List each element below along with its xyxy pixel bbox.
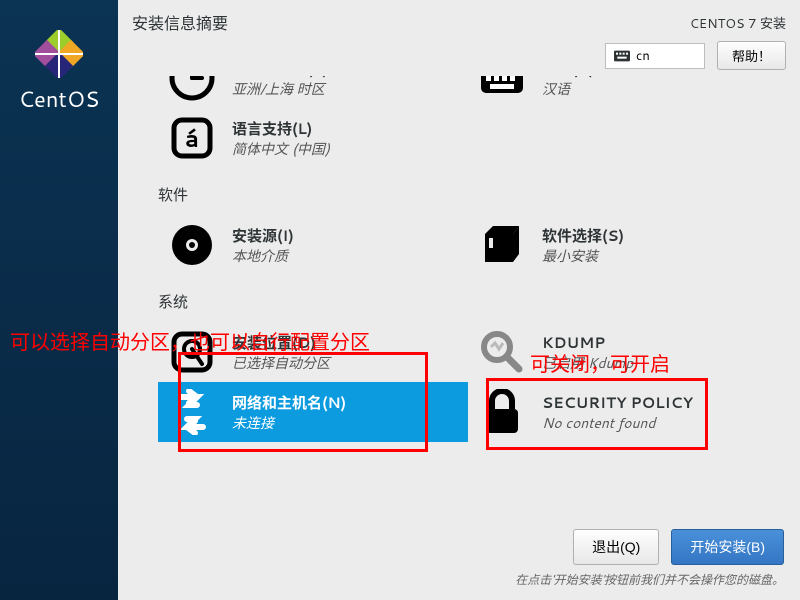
item-title: 软件选择(S)	[542, 225, 624, 246]
item-sub: 已选择自动分区	[232, 353, 330, 373]
item-title: 安装源(I)	[232, 225, 294, 246]
lock-icon	[482, 389, 522, 435]
category-system: 系统	[158, 291, 790, 312]
spoke-network[interactable]: 网络和主机名(N) 未连接	[158, 382, 468, 442]
package-icon	[481, 224, 523, 266]
item-sub: 本地介质	[232, 246, 294, 266]
spoke-keyboard[interactable]: 键盘(K) 汉语	[468, 76, 778, 108]
category-software: 软件	[158, 184, 790, 205]
spoke-install-source[interactable]: 安装源(I) 本地介质	[158, 215, 468, 275]
brand-text: CentOS	[18, 84, 99, 115]
item-title: SECURITY POLICY	[542, 392, 693, 413]
item-title: 网络和主机名(N)	[232, 392, 346, 413]
item-sub: 汉语	[542, 79, 594, 99]
spoke-software-selection[interactable]: 软件选择(S) 最小安装	[468, 215, 778, 275]
page-title: 安装信息摘要	[132, 10, 228, 35]
spoke-language[interactable]: á 语言支持(L) 简体中文 (中国)	[158, 108, 468, 168]
help-button[interactable]: 帮助！	[717, 41, 786, 70]
spoke-security[interactable]: SECURITY POLICY No content found	[468, 382, 778, 442]
item-title: 安装位置(D)	[232, 332, 330, 353]
language-icon: á	[169, 115, 215, 161]
item-title: KDUMP	[542, 332, 633, 353]
svg-text:á: á	[185, 121, 199, 155]
harddrive-icon	[169, 329, 215, 375]
installer-name: CENTOS 7 安装	[690, 13, 786, 33]
keyboard-icon	[479, 76, 525, 95]
layout-code: cn	[636, 47, 650, 65]
item-sub: 最小安装	[542, 246, 624, 266]
topbar: 安装信息摘要 CENTOS 7 安装	[118, 0, 800, 41]
item-sub: 亚洲/上海 时区	[232, 79, 328, 99]
quit-button[interactable]: 退出(Q)	[573, 529, 659, 565]
begin-install-button[interactable]: 开始安装(B)	[671, 529, 784, 565]
footer-hint: 在点击'开始安装'按钮前我们并不会操作您的磁盘。	[515, 571, 784, 588]
spoke-datetime[interactable]: 日期和时间(T) 亚洲/上海 时区	[158, 76, 468, 108]
footer: 退出(Q) 开始安装(B) 在点击'开始安装'按钮前我们并不会操作您的磁盘。	[118, 519, 800, 600]
item-sub: 已启用 Kdump	[542, 353, 633, 373]
magnifier-icon	[479, 329, 525, 375]
item-sub: No content found	[542, 413, 693, 433]
disc-icon	[169, 222, 215, 268]
keyboard-layout-indicator[interactable]: cn	[605, 43, 705, 69]
keyboard-icon	[614, 50, 630, 62]
item-sub: 简体中文 (中国)	[232, 139, 330, 159]
centos-logo-icon	[35, 30, 83, 78]
clock-icon	[169, 76, 215, 101]
sidebar: CentOS	[0, 0, 118, 600]
spoke-install-destination[interactable]: 安装位置(D) 已选择自动分区	[158, 322, 468, 382]
item-title: 语言支持(L)	[232, 118, 330, 139]
spoke-kdump[interactable]: KDUMP 已启用 Kdump	[468, 322, 778, 382]
item-sub: 未连接	[232, 413, 346, 433]
network-icon	[169, 389, 215, 435]
